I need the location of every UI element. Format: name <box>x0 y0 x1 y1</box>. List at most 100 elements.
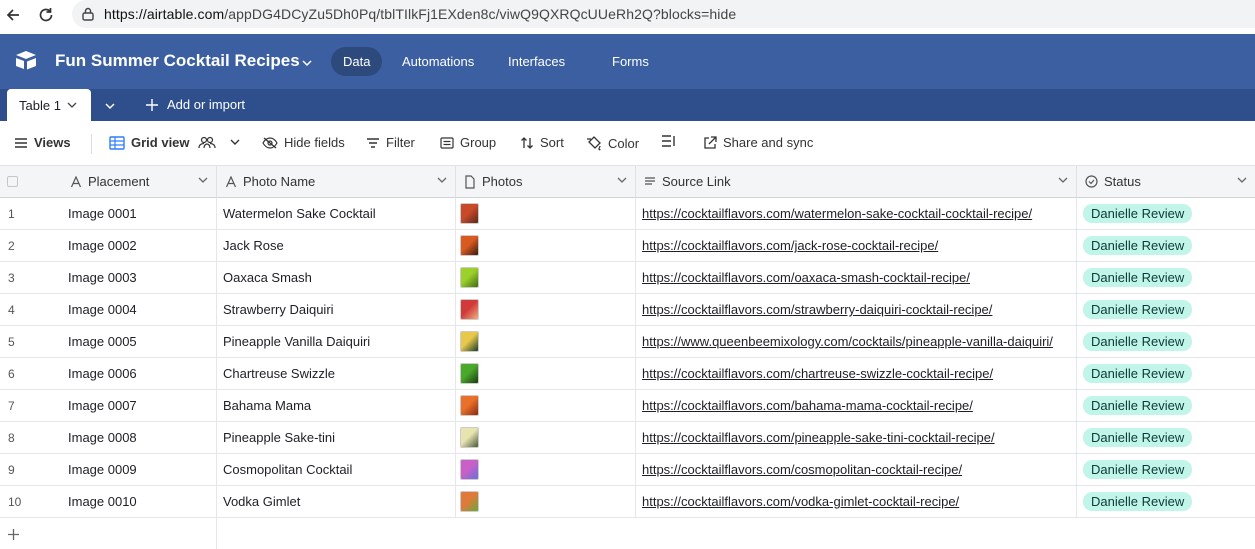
source-link[interactable]: https://www.queenbeemixology.com/cocktai… <box>642 334 1053 349</box>
table-row[interactable]: 3 Image 0003 Oaxaca Smash https://cocktailf… <box>0 262 1255 294</box>
column-header-source-link[interactable]: Source Link <box>636 166 1077 198</box>
nav-forms[interactable]: Forms <box>600 47 661 76</box>
photo-name-cell[interactable]: Vodka Gimlet <box>217 486 456 517</box>
tab-table-1[interactable]: Table 1 <box>7 89 91 121</box>
photos-cell[interactable] <box>456 358 636 389</box>
status-cell[interactable]: Danielle Review <box>1077 422 1255 453</box>
source-link[interactable]: https://cocktailflavors.com/bahama-mama-… <box>642 398 973 413</box>
photo-thumbnail[interactable] <box>460 299 479 320</box>
photo-name-cell[interactable]: Cosmopolitan Cocktail <box>217 454 456 485</box>
grid-view-button[interactable]: Grid view <box>109 135 246 150</box>
table-row[interactable]: 6 Image 0006 Chartreuse Swizzle https://coc… <box>0 358 1255 390</box>
back-button[interactable] <box>0 2 26 28</box>
views-button[interactable]: Views <box>14 135 71 150</box>
photos-cell[interactable] <box>456 326 636 357</box>
address-bar[interactable]: https://airtable.com/appDG4DCyZu5Dh0Pq/t… <box>72 0 1255 28</box>
source-link-cell[interactable]: https://cocktailflavors.com/jack-rose-co… <box>636 230 1077 261</box>
chevron-down-icon[interactable] <box>301 55 313 70</box>
placement-cell[interactable]: Image 0009 <box>59 454 217 485</box>
placement-cell[interactable]: Image 0001 <box>59 198 217 229</box>
photo-thumbnail[interactable] <box>460 491 479 512</box>
photo-name-cell[interactable]: Jack Rose <box>217 230 456 261</box>
status-cell[interactable]: Danielle Review <box>1077 230 1255 261</box>
source-link[interactable]: https://cocktailflavors.com/vodka-gimlet… <box>642 494 959 509</box>
table-row[interactable]: 7 Image 0007 Bahama Mama https://cocktailfl… <box>0 390 1255 422</box>
source-link-cell[interactable]: https://www.queenbeemixology.com/cocktai… <box>636 326 1077 357</box>
nav-automations[interactable]: Automations <box>390 47 486 76</box>
chevron-down-icon[interactable] <box>437 177 447 184</box>
table-row[interactable]: 2 Image 0002 Jack Rose https://cocktailflav… <box>0 230 1255 262</box>
photo-thumbnail[interactable] <box>460 427 479 448</box>
placement-cell[interactable]: Image 0005 <box>59 326 217 357</box>
chevron-down-icon[interactable] <box>230 139 240 146</box>
photos-cell[interactable] <box>456 422 636 453</box>
add-or-import-button[interactable]: Add or import <box>145 97 245 112</box>
table-row[interactable]: 4 Image 0004 Strawberry Daiquiri https://co… <box>0 294 1255 326</box>
photo-thumbnail[interactable] <box>460 267 479 288</box>
chevron-down-icon[interactable] <box>1237 177 1247 184</box>
status-cell[interactable]: Danielle Review <box>1077 326 1255 357</box>
photo-thumbnail[interactable] <box>460 459 479 480</box>
nav-data[interactable]: Data <box>331 47 383 76</box>
source-link-cell[interactable]: https://cocktailflavors.com/oaxaca-smash… <box>636 262 1077 293</box>
base-title[interactable]: Fun Summer Cocktail Recipes <box>55 51 300 71</box>
photos-cell[interactable] <box>456 262 636 293</box>
photos-cell[interactable] <box>456 486 636 517</box>
status-cell[interactable]: Danielle Review <box>1077 390 1255 421</box>
source-link[interactable]: https://cocktailflavors.com/chartreuse-s… <box>642 366 993 381</box>
placement-cell[interactable]: Image 0002 <box>59 230 217 261</box>
sort-button[interactable]: Sort <box>520 135 564 150</box>
row-height-button[interactable] <box>661 135 683 147</box>
photo-thumbnail[interactable] <box>460 363 479 384</box>
share-and-sync-button[interactable]: Share and sync <box>703 135 813 150</box>
photo-name-cell[interactable]: Bahama Mama <box>217 390 456 421</box>
table-row[interactable]: 1 Image 0001 Watermelon Sake Cocktail https… <box>0 198 1255 230</box>
column-header-photo-name[interactable]: Photo Name <box>217 166 456 198</box>
photo-thumbnail[interactable] <box>460 331 479 352</box>
color-button[interactable]: Color <box>586 135 639 151</box>
source-link[interactable]: https://cocktailflavors.com/pineapple-sa… <box>642 430 995 445</box>
photo-thumbnail[interactable] <box>460 203 479 224</box>
photos-cell[interactable] <box>456 294 636 325</box>
source-link-cell[interactable]: https://cocktailflavors.com/strawberry-d… <box>636 294 1077 325</box>
chevron-down-icon[interactable] <box>1058 177 1068 184</box>
group-button[interactable]: Group <box>440 135 496 150</box>
add-record-button[interactable] <box>0 518 217 549</box>
status-cell[interactable]: Danielle Review <box>1077 358 1255 389</box>
photos-cell[interactable] <box>456 230 636 261</box>
photos-cell[interactable] <box>456 390 636 421</box>
source-link[interactable]: https://cocktailflavors.com/watermelon-s… <box>642 206 1032 221</box>
placement-cell[interactable]: Image 0004 <box>59 294 217 325</box>
source-link-cell[interactable]: https://cocktailflavors.com/chartreuse-s… <box>636 358 1077 389</box>
tables-menu-chevron-icon[interactable] <box>104 98 116 113</box>
placement-cell[interactable]: Image 0008 <box>59 422 217 453</box>
photos-cell[interactable] <box>456 454 636 485</box>
table-row[interactable]: 8 Image 0008 Pineapple Sake-tini https://co… <box>0 422 1255 454</box>
status-cell[interactable]: Danielle Review <box>1077 294 1255 325</box>
source-link[interactable]: https://cocktailflavors.com/oaxaca-smash… <box>642 270 970 285</box>
column-header-status[interactable]: Status <box>1077 166 1255 198</box>
chevron-down-icon[interactable] <box>67 102 77 109</box>
photo-name-cell[interactable]: Pineapple Vanilla Daiquiri <box>217 326 456 357</box>
select-all-checkbox[interactable] <box>7 176 18 187</box>
source-link-cell[interactable]: https://cocktailflavors.com/bahama-mama-… <box>636 390 1077 421</box>
status-cell[interactable]: Danielle Review <box>1077 262 1255 293</box>
source-link-cell[interactable]: https://cocktailflavors.com/cosmopolitan… <box>636 454 1077 485</box>
photo-thumbnail[interactable] <box>460 235 479 256</box>
reload-button[interactable] <box>33 2 59 28</box>
photo-name-cell[interactable]: Chartreuse Swizzle <box>217 358 456 389</box>
status-cell[interactable]: Danielle Review <box>1077 198 1255 229</box>
table-row[interactable]: 5 Image 0005 Pineapple Vanilla Daiquiri htt… <box>0 326 1255 358</box>
source-link-cell[interactable]: https://cocktailflavors.com/watermelon-s… <box>636 198 1077 229</box>
photo-name-cell[interactable]: Watermelon Sake Cocktail <box>217 198 456 229</box>
source-link-cell[interactable]: https://cocktailflavors.com/pineapple-sa… <box>636 422 1077 453</box>
placement-cell[interactable]: Image 0003 <box>59 262 217 293</box>
photo-name-cell[interactable]: Pineapple Sake-tini <box>217 422 456 453</box>
photo-thumbnail[interactable] <box>460 395 479 416</box>
placement-cell[interactable]: Image 0007 <box>59 390 217 421</box>
photo-name-cell[interactable]: Strawberry Daiquiri <box>217 294 456 325</box>
chevron-down-icon[interactable] <box>617 177 627 184</box>
filter-button[interactable]: Filter <box>366 135 415 150</box>
photos-cell[interactable] <box>456 198 636 229</box>
status-cell[interactable]: Danielle Review <box>1077 454 1255 485</box>
